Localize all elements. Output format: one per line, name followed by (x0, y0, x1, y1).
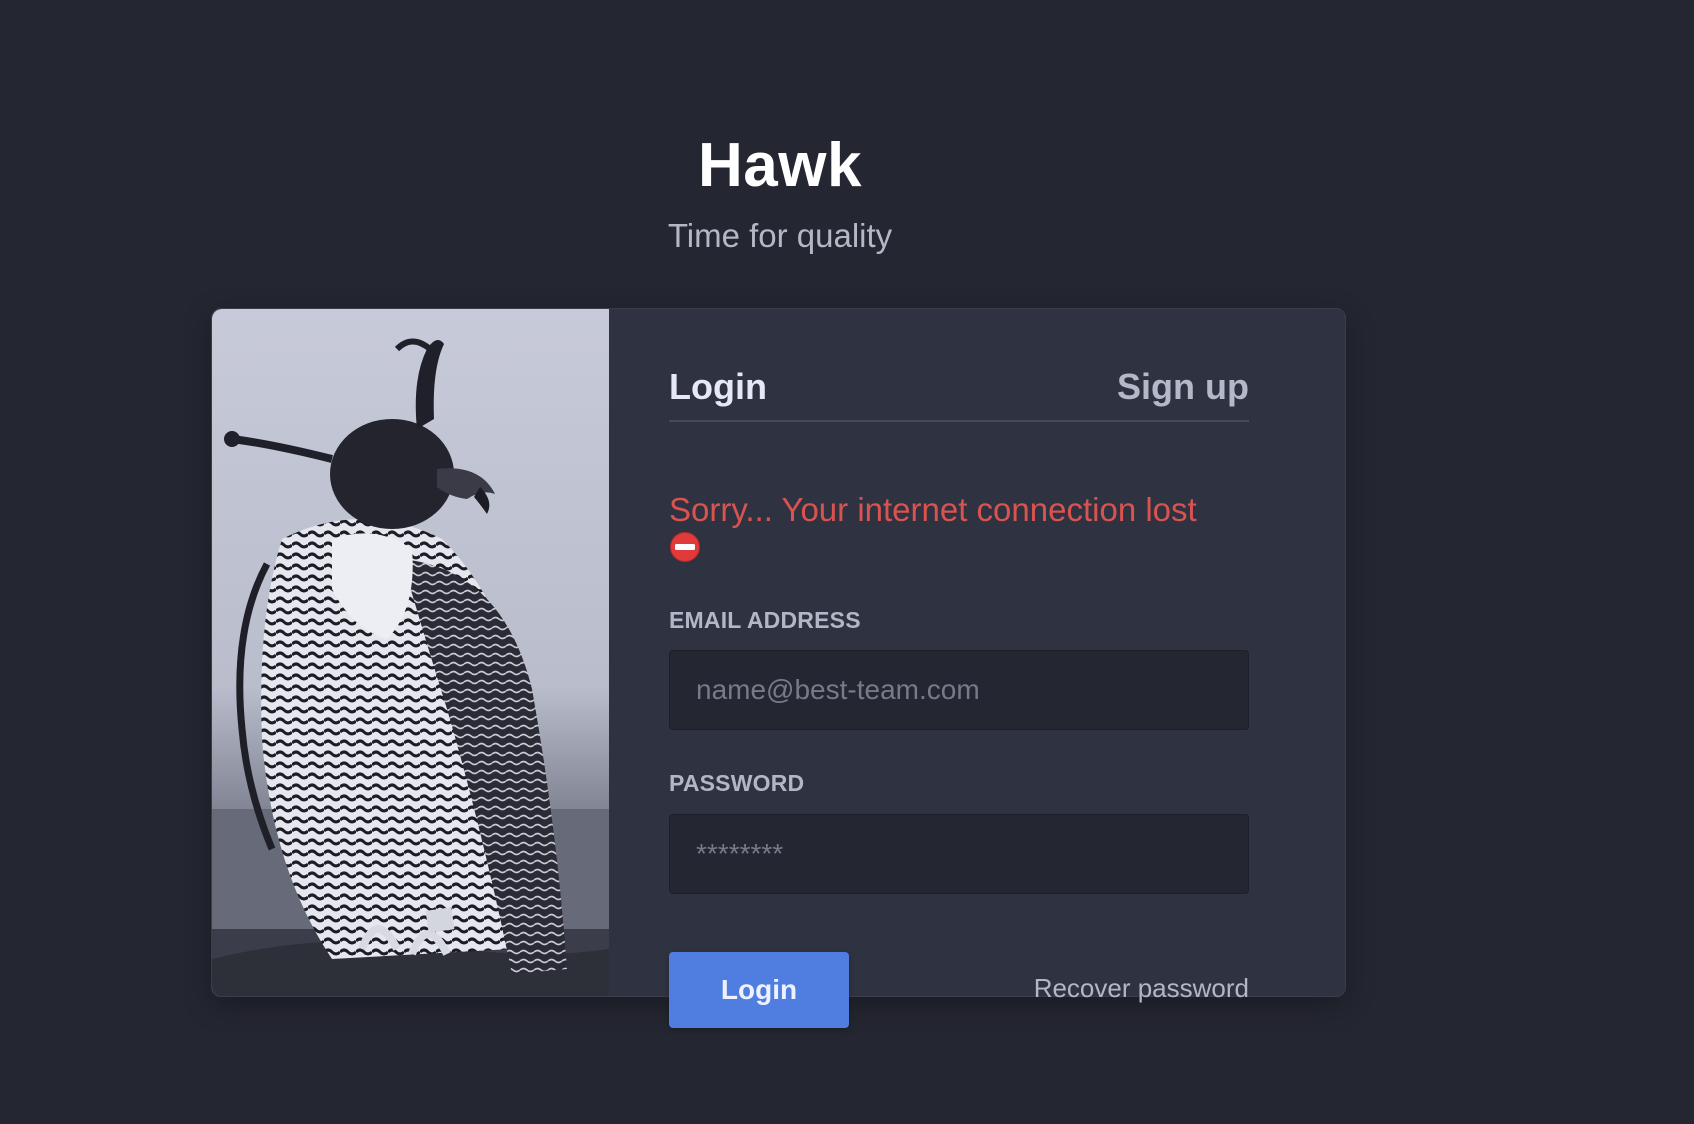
connection-error-message: Sorry... Your internet connection lost (669, 491, 1249, 563)
password-label: PASSWORD (669, 770, 805, 796)
email-field[interactable] (669, 650, 1249, 730)
brand-header: Hawk Time for quality (620, 130, 940, 256)
email-label: EMAIL ADDRESS (669, 607, 861, 633)
password-field[interactable] (669, 814, 1249, 894)
app-subtitle: Time for quality (667, 217, 893, 254)
recover-password-link[interactable]: Recover password (1034, 972, 1249, 1004)
login-form: Login Sign up Sorry... Your internet con… (669, 309, 1249, 1028)
tab-login[interactable]: Login (669, 365, 767, 409)
login-button[interactable]: Login (669, 952, 849, 1028)
hooded-falcon-image (212, 309, 609, 996)
app-title: Hawk (698, 131, 862, 200)
tab-sign-up[interactable]: Sign up (1117, 365, 1249, 409)
falcon-illustration (212, 338, 609, 996)
auth-card: Login Sign up Sorry... Your internet con… (211, 308, 1346, 1028)
auth-tabs: Login Sign up (669, 365, 1249, 422)
no-entry-icon (670, 532, 700, 562)
error-text: Sorry... Your internet connection lost (669, 491, 1197, 528)
